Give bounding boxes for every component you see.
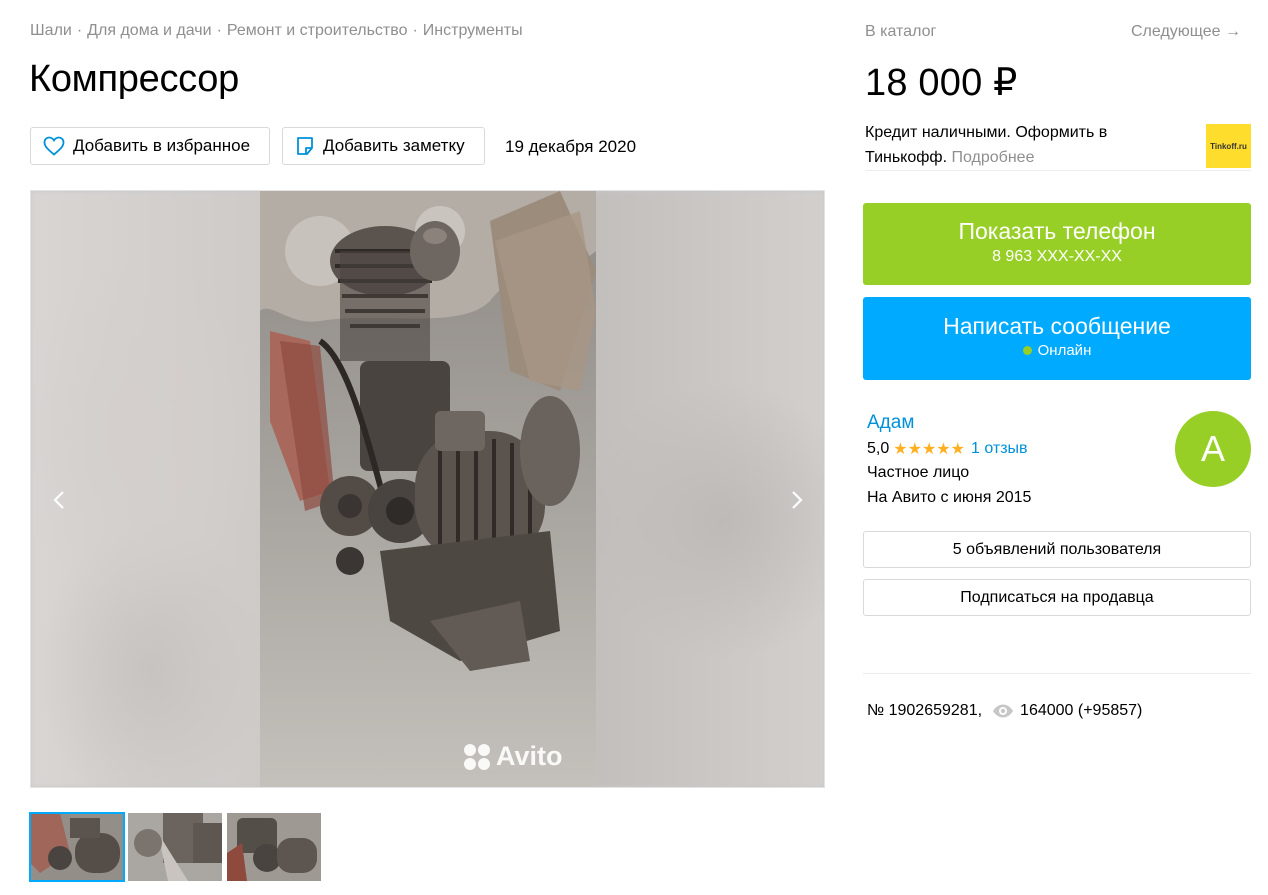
breadcrumb-item-tools[interactable]: Инструменты [423, 22, 523, 39]
rating-value: 5,0 [867, 440, 890, 457]
breadcrumb-item-home-garden[interactable]: Для дома и дачи [87, 22, 211, 39]
thumbnail-image [227, 813, 321, 881]
credit-offer: Кредит наличными. Оформить в Тинькофф. П… [865, 120, 1165, 170]
tinkoff-logo[interactable]: Tinkoff.ru [1206, 124, 1251, 168]
note-icon [297, 137, 313, 155]
online-status-text: Онлайн [1037, 342, 1092, 359]
main-photo[interactable] [260, 191, 596, 787]
rating-stars-icon: ★★★★★ [893, 441, 965, 458]
next-listing-link[interactable]: Следующее → [1131, 23, 1241, 41]
seller-rating: 5,0 ★★★★★ 1 отзыв [867, 439, 1028, 459]
breadcrumb-separator: · [76, 22, 83, 39]
next-photo-chevron-icon[interactable] [784, 488, 808, 512]
write-message-button[interactable]: Написать сообщение Онлайн [863, 297, 1251, 380]
seller-ads-button[interactable]: 5 объявлений пользователя [863, 531, 1251, 568]
show-phone-button[interactable]: Показать телефон 8 963 XXX-XX-XX [863, 203, 1251, 285]
reviews-link[interactable]: 1 отзыв [971, 440, 1028, 458]
seller-type: Частное лицо [867, 464, 970, 481]
compressor-photo-illustration [260, 191, 596, 787]
breadcrumb-separator: · [216, 22, 222, 39]
add-to-favorites-label: Добавить в избранное [73, 136, 251, 155]
add-note-label: Добавить заметку [323, 136, 465, 155]
thumbnail-image [128, 813, 222, 881]
eye-icon [993, 704, 1014, 718]
divider [863, 673, 1251, 674]
listing-number: № 1902659281, [867, 702, 983, 719]
breadcrumb-item-region[interactable]: Шали [30, 22, 72, 39]
seller-name-link[interactable]: Адам [867, 412, 914, 434]
avito-logo-icon [464, 743, 490, 770]
subscribe-seller-button[interactable]: Подписаться на продавца [863, 579, 1251, 616]
heart-icon [43, 136, 65, 156]
show-phone-label: Показать телефон [958, 218, 1156, 244]
watermark-text: Avito [496, 741, 563, 771]
avito-watermark: Avito [464, 741, 563, 772]
add-note-button[interactable]: Добавить заметку [282, 127, 485, 165]
divider [865, 170, 1251, 171]
price: 18 000 ₽ [865, 62, 1018, 104]
listing-meta: № 1902659281, 164000 (+95857) [867, 702, 1142, 720]
breadcrumb: Шали · Для дома и дачи · Ремонт и строительс… [30, 22, 523, 40]
page-title: Компрессор [29, 58, 239, 100]
views-count: 164000 (+95857) [1020, 702, 1143, 719]
previous-photo-chevron-icon[interactable] [48, 488, 72, 512]
breadcrumb-item-repair[interactable]: Ремонт и строительство [227, 22, 408, 39]
online-status: Онлайн [863, 340, 1251, 359]
thumbnail-3[interactable] [227, 813, 321, 881]
online-dot-icon [1022, 346, 1032, 355]
thumbnail-2[interactable] [128, 813, 222, 881]
back-to-catalog-link[interactable]: В каталог [865, 23, 936, 41]
thumbnail-image [30, 813, 124, 881]
credit-more-link[interactable]: Подробнее [951, 149, 1034, 166]
post-date: 19 декабря 2020 [505, 137, 637, 156]
masked-phone-number: 8 963 XXX-XX-XX [992, 248, 1122, 265]
seller-since: На Авито с июня 2015 [867, 489, 1032, 506]
tinkoff-logo-text: Tinkoff.ru [1210, 141, 1247, 151]
avatar-letter: А [1200, 428, 1225, 469]
add-to-favorites-button[interactable]: Добавить в избранное [30, 127, 270, 165]
thumbnail-1[interactable] [29, 812, 125, 882]
breadcrumb-separator: · [412, 22, 418, 39]
write-message-label: Написать сообщение [943, 313, 1171, 339]
photo-gallery[interactable]: Avito [30, 190, 825, 788]
avatar[interactable]: А [1175, 411, 1251, 487]
